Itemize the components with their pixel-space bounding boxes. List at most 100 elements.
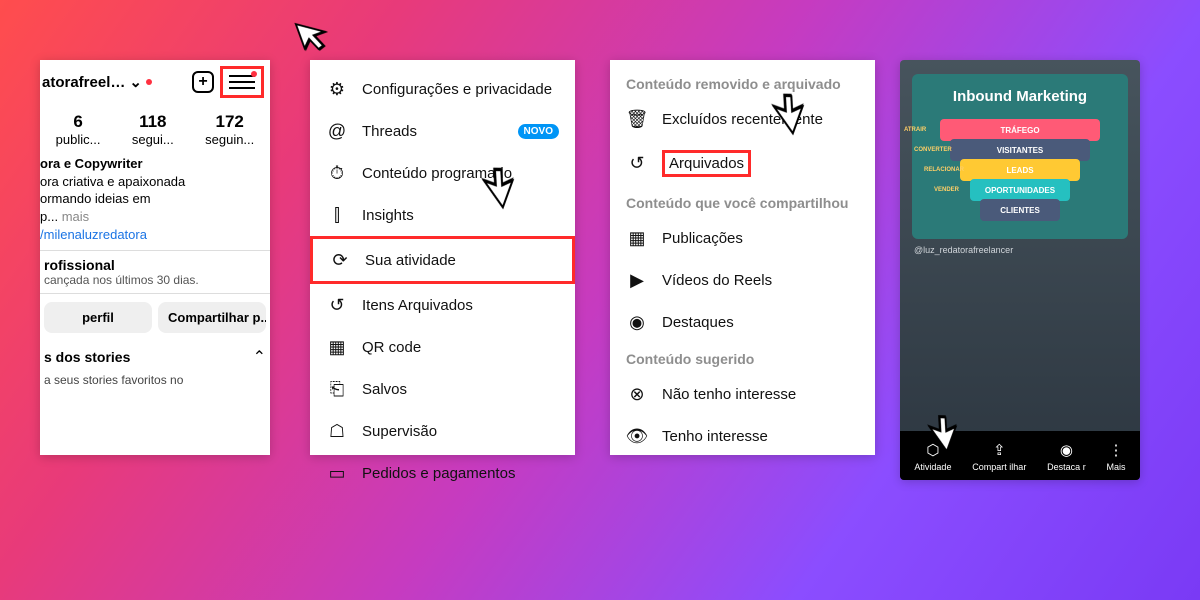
funnel-layer: CONVERTERVISITANTES bbox=[950, 139, 1090, 161]
action-icon: ⋮ bbox=[1109, 441, 1124, 459]
profile-header: atorafreel… ⌄ + bbox=[40, 60, 270, 102]
username-text: atorafreel… bbox=[42, 74, 125, 91]
pro-subtitle: cançada nos últimos 30 dias. bbox=[44, 273, 266, 287]
story-action[interactable]: ⇪ Compart ilhar bbox=[972, 441, 1026, 472]
menu-icon: ⎗ bbox=[326, 378, 348, 400]
story-handle: @luz_redatorafreelancer bbox=[914, 245, 1126, 255]
stat-posts[interactable]: 6public... bbox=[56, 112, 101, 147]
menu-label: Itens Arquivados bbox=[362, 297, 473, 314]
menu-icon: 🗑 bbox=[626, 108, 648, 130]
bio-line: ormando ideias em bbox=[40, 190, 266, 208]
action-label: Mais bbox=[1107, 462, 1126, 472]
menu-icon: ▦ bbox=[626, 227, 648, 249]
menu-label: Não tenho interesse bbox=[662, 386, 796, 403]
story-action-bar: ⬡Atividade ⇪ Compart ilhar ◉ Destaca r ⋮ Mais bbox=[900, 431, 1140, 480]
menu-icon: ▶ bbox=[626, 269, 648, 291]
story-poster[interactable]: Inbound Marketing ATRAIRTRÁFEGOCONVERTER… bbox=[912, 74, 1128, 239]
menu-item[interactable]: ↺ Itens Arquivados bbox=[310, 284, 575, 326]
menu-icon: ◉ bbox=[626, 311, 648, 333]
funnel-layer: CLIENTES bbox=[980, 199, 1060, 221]
menu-item[interactable]: @ThreadsNOVO bbox=[310, 110, 575, 152]
menu-label: Pedidos e pagamentos bbox=[362, 465, 515, 482]
bio-line: p... bbox=[40, 209, 58, 224]
action-label: Compart ilhar bbox=[972, 462, 1026, 472]
menu-item[interactable]: ⟳ Sua atividade bbox=[310, 236, 575, 284]
story-archive-panel: Inbound Marketing ATRAIRTRÁFEGOCONVERTER… bbox=[900, 60, 1140, 480]
menu-icon: ↺ bbox=[626, 153, 648, 175]
activity-menu-panel: Conteúdo removido e arquivado 🗑 Excluídos … bbox=[610, 60, 875, 455]
bio-more-link[interactable]: mais bbox=[58, 209, 89, 224]
menu-icon: ⟳ bbox=[329, 249, 351, 271]
section-header: Conteúdo removido e arquivado bbox=[610, 68, 875, 98]
menu-item[interactable]: ⎗ Salvos bbox=[310, 368, 575, 410]
menu-label: Threads bbox=[362, 123, 417, 140]
story-action[interactable]: ⬡Atividade bbox=[914, 441, 951, 472]
menu-icon: @ bbox=[326, 120, 348, 142]
menu-item[interactable]: ▦Publicações bbox=[610, 217, 875, 259]
menu-item[interactable]: ▶Vídeos do Reels bbox=[610, 259, 875, 301]
menu-label: Excluídos recentemente bbox=[662, 111, 823, 128]
menu-label: Destaques bbox=[662, 314, 734, 331]
story-action[interactable]: ⋮ Mais bbox=[1107, 441, 1126, 472]
stat-followers[interactable]: 118segui... bbox=[132, 112, 174, 147]
menu-item[interactable]: ↺ Arquivados bbox=[610, 140, 875, 187]
menu-icon: ▭ bbox=[326, 462, 348, 484]
create-post-button[interactable]: + bbox=[192, 71, 214, 93]
menu-icon: ▦ bbox=[326, 336, 348, 358]
profile-panel: atorafreel… ⌄ + 6public... 118segui... 1… bbox=[40, 60, 270, 455]
menu-icon: ⊗ bbox=[626, 383, 648, 405]
highlights-title: s dos stories bbox=[44, 349, 130, 365]
chevron-down-icon: ⌄ bbox=[129, 73, 142, 91]
action-label: Atividade bbox=[914, 462, 951, 472]
menu-label: Configurações e privacidade bbox=[362, 81, 552, 98]
chevron-up-icon: ⌃ bbox=[253, 347, 266, 367]
menu-label: Supervisão bbox=[362, 423, 437, 440]
menu-item[interactable]: ▦QR code bbox=[310, 326, 575, 368]
menu-icon: ⚙ bbox=[326, 78, 348, 100]
funnel-layer: ATRAIRTRÁFEGO bbox=[940, 119, 1100, 141]
menu-icon: ☖ bbox=[326, 420, 348, 442]
menu-item[interactable]: ☖ Supervisão bbox=[310, 410, 575, 452]
menu-icon: ⏱ bbox=[326, 162, 348, 184]
hamburger-menu-button[interactable] bbox=[220, 66, 264, 98]
menu-label: Conteúdo programado bbox=[362, 165, 512, 182]
menu-item[interactable]: ⚙ Configurações e privacidade bbox=[310, 68, 575, 110]
menu-item[interactable]: ◉ Destaques bbox=[610, 301, 875, 343]
section-header: Conteúdo sugerido bbox=[610, 343, 875, 373]
menu-label: Sua atividade bbox=[365, 252, 456, 269]
stat-following[interactable]: 172seguin... bbox=[205, 112, 254, 147]
pro-title: rofissional bbox=[44, 257, 266, 273]
profile-link[interactable]: /milenaluzredatora bbox=[40, 225, 270, 250]
professional-dashboard[interactable]: rofissional cançada nos últimos 30 dias. bbox=[40, 250, 270, 294]
menu-label: Salvos bbox=[362, 381, 407, 398]
menu-icon: ↺ bbox=[326, 294, 348, 316]
action-label: Destaca r bbox=[1047, 462, 1086, 472]
profile-bio: ora e Copywriter ora criativa e apaixona… bbox=[40, 151, 270, 225]
funnel-layer: VENDEROPORTUNIDADES bbox=[970, 179, 1070, 201]
menu-item[interactable]: ⏱ Conteúdo programado bbox=[310, 152, 575, 194]
action-icon: ⇪ bbox=[993, 441, 1006, 459]
edit-profile-button[interactable]: perfil bbox=[44, 302, 152, 333]
menu-item[interactable]: ⊗ Não tenho interesse bbox=[610, 373, 875, 415]
menu-item[interactable]: ⫿ Insights bbox=[310, 194, 575, 236]
notification-dot-icon bbox=[146, 79, 152, 85]
profile-stats: 6public... 118segui... 172seguin... bbox=[40, 102, 270, 151]
share-profile-button[interactable]: Compartilhar p... bbox=[158, 302, 266, 333]
highlights-header[interactable]: s dos stories ⌃ bbox=[40, 341, 270, 373]
settings-menu-panel: ⚙Configurações e privacidade@ThreadsNOVO… bbox=[310, 60, 575, 455]
menu-icon: 👁 bbox=[626, 425, 648, 447]
menu-label: Arquivados bbox=[662, 150, 751, 177]
menu-item[interactable]: 🗑 Excluídos recentemente bbox=[610, 98, 875, 140]
bio-title: ora e Copywriter bbox=[40, 155, 266, 173]
action-icon: ◉ bbox=[1060, 441, 1073, 459]
section-header: Conteúdo que você compartilhou bbox=[610, 187, 875, 217]
menu-item[interactable]: 👁Tenho interesse bbox=[610, 415, 875, 457]
menu-item[interactable]: ▭ Pedidos e pagamentos bbox=[310, 452, 575, 494]
username-dropdown[interactable]: atorafreel… ⌄ bbox=[40, 73, 192, 91]
cursor-arrow-icon bbox=[289, 6, 345, 62]
menu-label: Insights bbox=[362, 207, 414, 224]
profile-buttons: perfil Compartilhar p... bbox=[40, 294, 270, 341]
menu-dot-icon bbox=[251, 71, 257, 77]
story-action[interactable]: ◉ Destaca r bbox=[1047, 441, 1086, 472]
menu-icon: ⫿ bbox=[326, 204, 348, 226]
